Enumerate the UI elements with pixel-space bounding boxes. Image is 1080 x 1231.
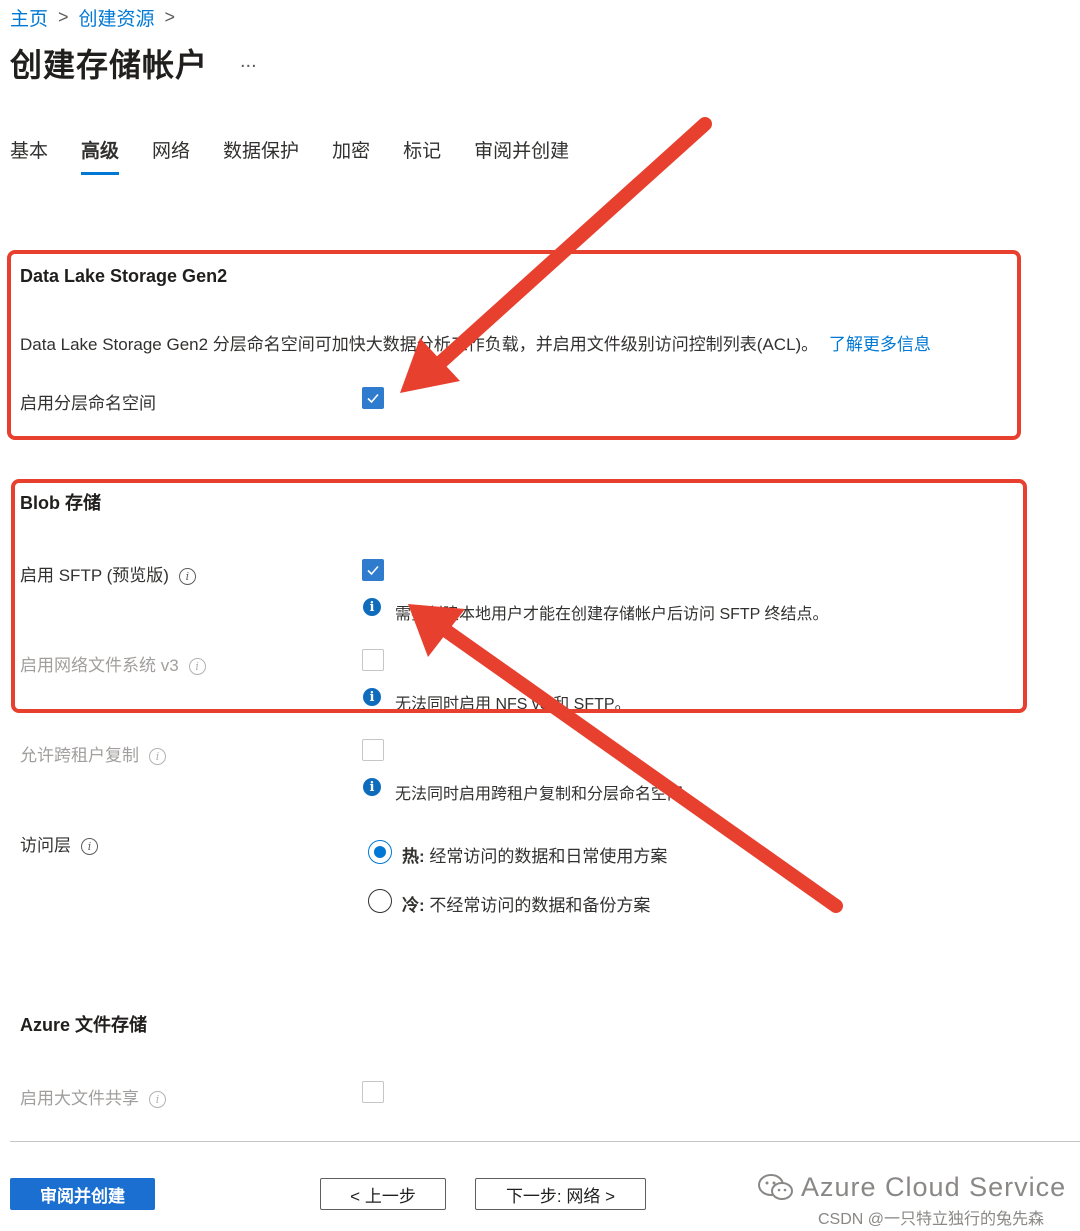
annotation-arrows <box>400 117 843 913</box>
annotation-arrow-to-hns <box>400 117 712 393</box>
annotation-arrow-to-sftp <box>408 604 843 913</box>
